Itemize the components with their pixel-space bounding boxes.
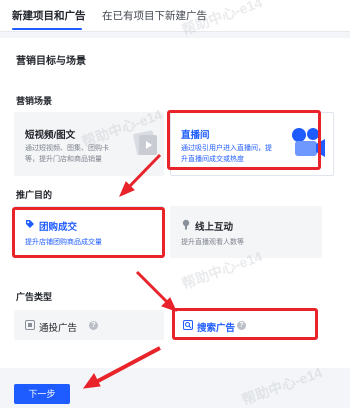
arrow-line bbox=[126, 153, 162, 190]
arrow-line bbox=[95, 346, 161, 384]
arrow-head bbox=[82, 373, 101, 389]
arrow-line bbox=[135, 270, 170, 305]
annotation-arrows bbox=[82, 153, 177, 389]
